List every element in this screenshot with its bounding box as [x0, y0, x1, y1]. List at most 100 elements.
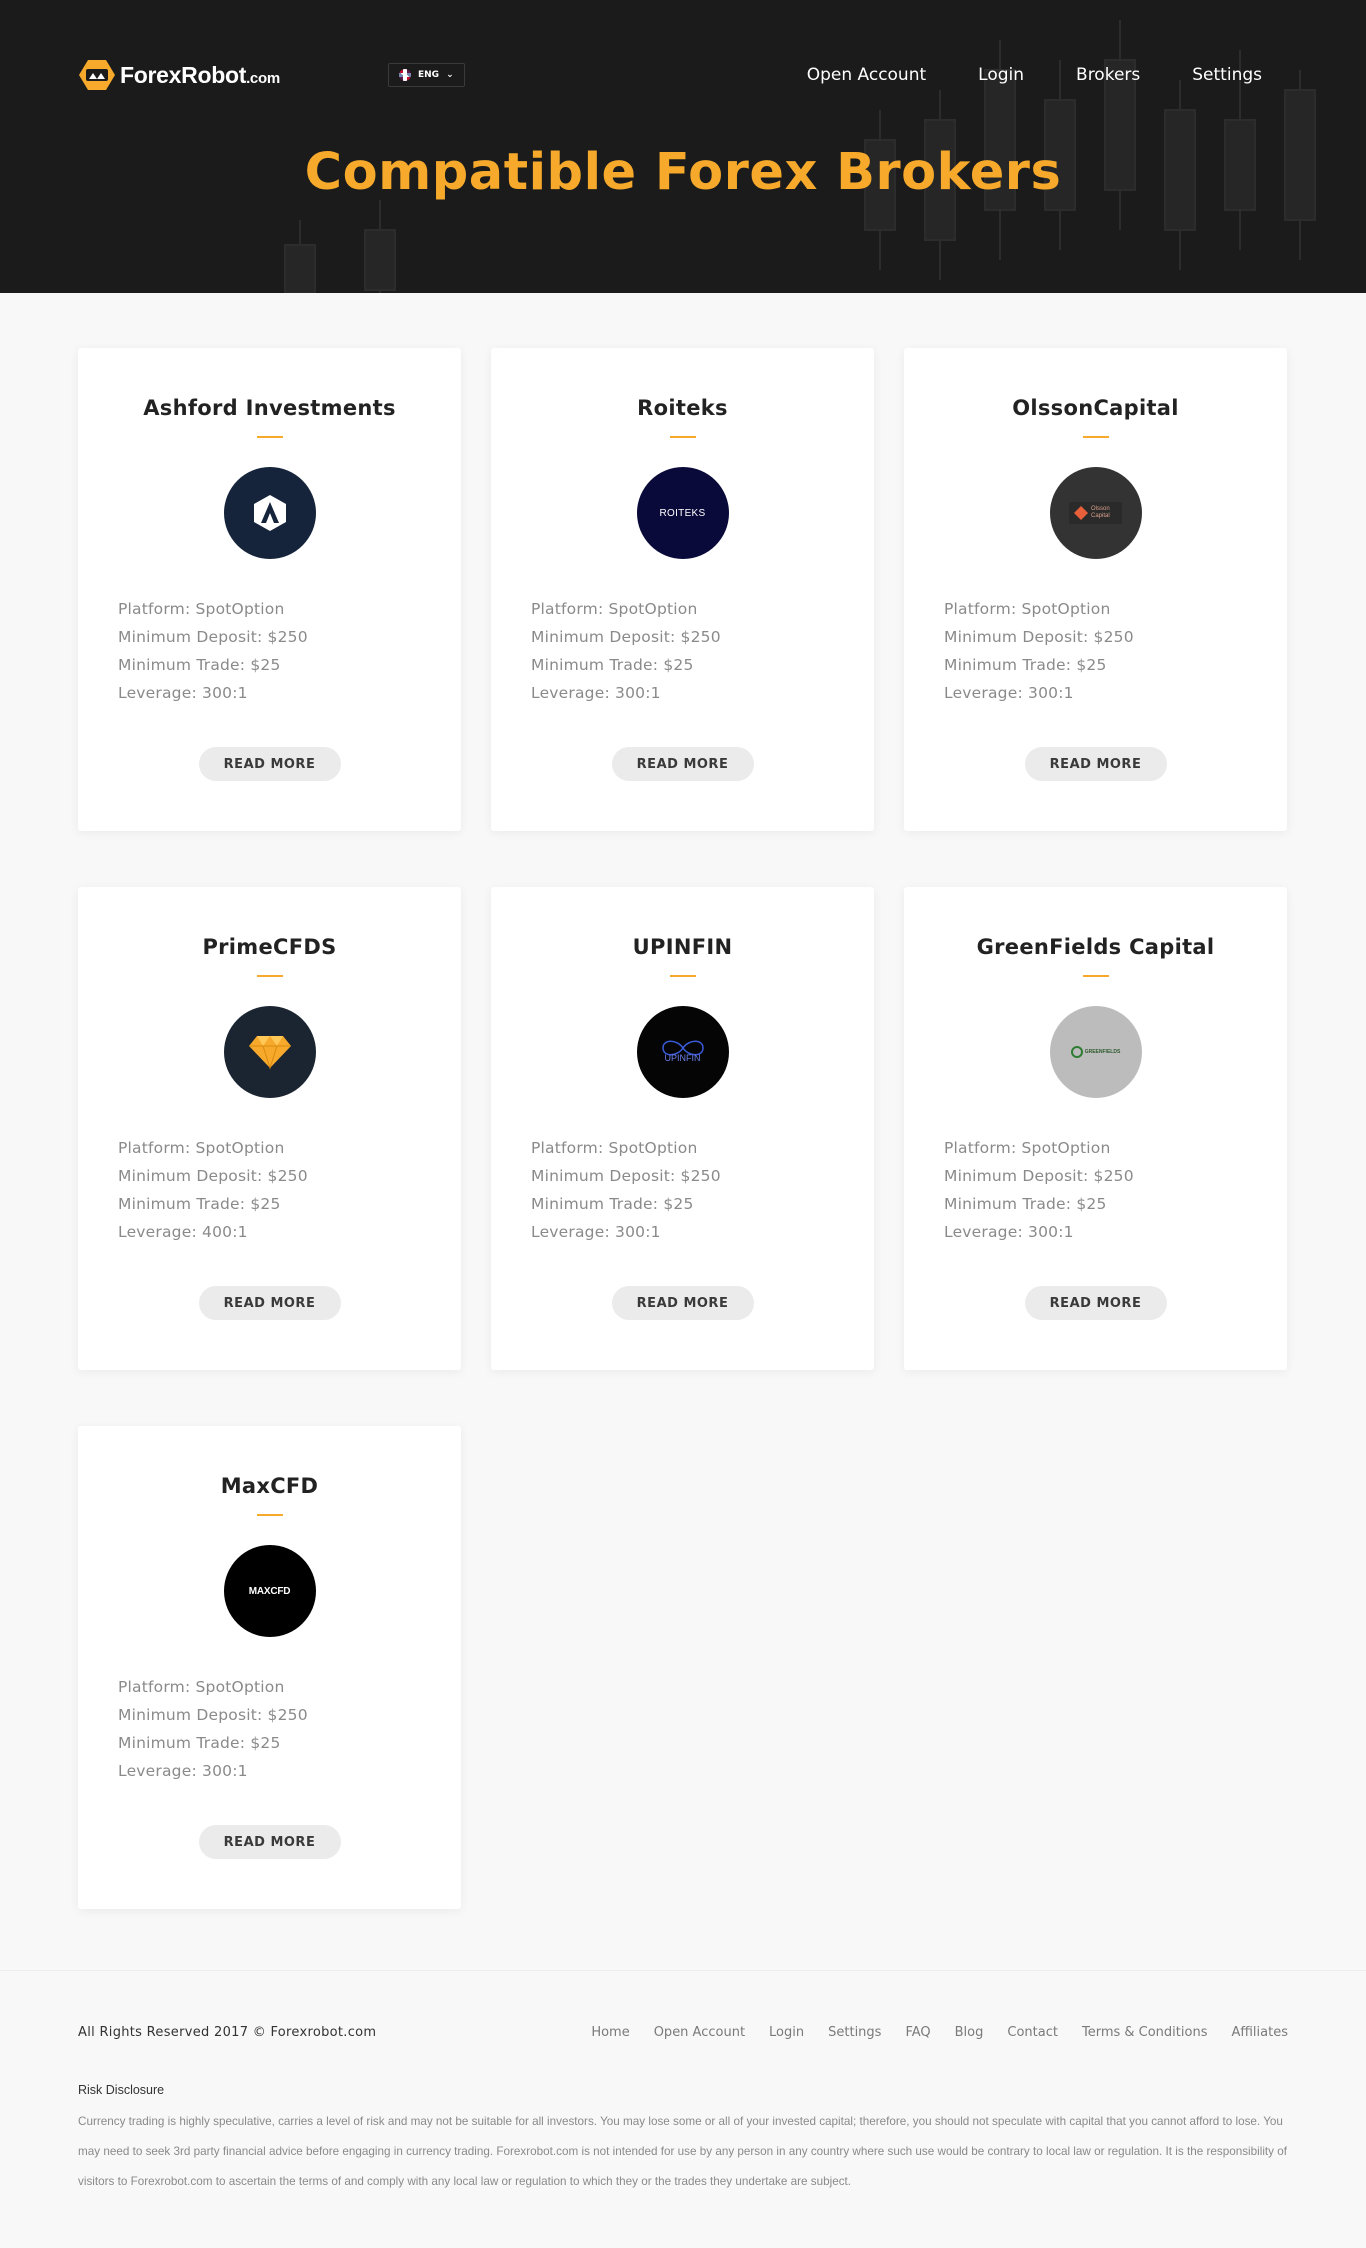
menu-open-account[interactable]: Open Account	[807, 63, 926, 87]
ashford-logo-icon: A	[253, 495, 286, 531]
language-selector[interactable]: ENG ⌄	[388, 63, 465, 87]
robot-logo-icon	[78, 57, 116, 93]
read-more-button[interactable]: READ MORE	[1024, 747, 1167, 781]
broker-card: UPINFIN UPINFIN Platform: SpotOption Min…	[491, 887, 874, 1370]
broker-logo	[223, 1006, 316, 1098]
spec-platform: Platform: SpotOption	[118, 1139, 285, 1157]
spec-leverage: Leverage: 300:1	[118, 1762, 248, 1780]
title-divider	[256, 436, 283, 438]
uk-flag-icon	[399, 69, 411, 81]
spec-min-trade: Minimum Trade: $25	[531, 656, 694, 674]
spec-min-deposit: Minimum Deposit: $250	[531, 1167, 721, 1185]
spec-platform: Platform: SpotOption	[118, 1678, 285, 1696]
broker-card: Roiteks ROITEKS Platform: SpotOption Min…	[491, 348, 874, 831]
menu-settings[interactable]: Settings	[1192, 63, 1262, 87]
spec-platform: Platform: SpotOption	[531, 600, 698, 618]
broker-specs: Platform: SpotOption Minimum Deposit: $2…	[531, 595, 721, 707]
broker-card: Ashford Investments A Platform: SpotOpti…	[78, 348, 461, 831]
logo-text: ForexRobot.com	[120, 62, 280, 89]
spec-platform: Platform: SpotOption	[531, 1139, 698, 1157]
top-navigation: ForexRobot.com ENG ⌄ Open Account Login …	[0, 55, 1366, 95]
greenfields-leaf-icon	[1070, 1046, 1083, 1058]
spec-min-trade: Minimum Trade: $25	[118, 656, 281, 674]
spec-leverage: Leverage: 300:1	[531, 684, 661, 702]
upinfin-logo: UPINFIN	[653, 1037, 713, 1067]
olsson-logo: Olsson Capital	[1069, 502, 1122, 524]
main-menu: Open Account Login Brokers Settings	[807, 63, 1262, 87]
read-more-button[interactable]: READ MORE	[198, 747, 341, 781]
greenfields-logo: GREENFIELDS	[1070, 1046, 1121, 1058]
footer-links: Home Open Account Login Settings FAQ Blo…	[591, 2025, 1288, 2040]
menu-brokers[interactable]: Brokers	[1076, 63, 1140, 87]
language-label: ENG	[418, 70, 440, 80]
page-title: Compatible Forex Brokers	[304, 143, 1062, 202]
spec-min-trade: Minimum Trade: $25	[118, 1734, 281, 1752]
footer-link-faq[interactable]: FAQ	[905, 2025, 930, 2040]
read-more-button[interactable]: READ MORE	[198, 1825, 341, 1859]
footer-link-contact[interactable]: Contact	[1007, 2025, 1058, 2040]
copyright-text: All Rights Reserved 2017 © Forexrobot.co…	[78, 2025, 377, 2040]
spec-leverage: Leverage: 400:1	[118, 1223, 248, 1241]
spec-min-trade: Minimum Trade: $25	[944, 1195, 1107, 1213]
broker-card: MaxCFD MAXCFD Platform: SpotOption Minim…	[78, 1426, 461, 1909]
broker-card: GreenFields Capital GREENFIELDS Platform…	[904, 887, 1287, 1370]
site-logo[interactable]: ForexRobot.com	[78, 57, 280, 93]
footer-link-blog[interactable]: Blog	[955, 2025, 984, 2040]
spec-min-deposit: Minimum Deposit: $250	[944, 628, 1134, 646]
olsson-logo-text: Olsson Capital	[1091, 506, 1110, 519]
read-more-button[interactable]: READ MORE	[1024, 1286, 1167, 1320]
broker-logo: GREENFIELDS	[1049, 1006, 1142, 1098]
title-divider	[1082, 975, 1109, 977]
footer-link-home[interactable]: Home	[591, 2025, 629, 2040]
broker-logo: ROITEKS	[636, 467, 729, 559]
spec-min-trade: Minimum Trade: $25	[944, 656, 1107, 674]
broker-logo: Olsson Capital	[1049, 467, 1142, 559]
spec-platform: Platform: SpotOption	[944, 600, 1111, 618]
broker-grid: Ashford Investments A Platform: SpotOpti…	[78, 348, 1288, 1909]
footer-link-affiliates[interactable]: Affiliates	[1231, 2025, 1288, 2040]
chevron-down-icon: ⌄	[446, 70, 454, 80]
logo-name: ForexRobot	[120, 61, 247, 88]
spec-leverage: Leverage: 300:1	[944, 684, 1074, 702]
broker-name: OlssonCapital	[1012, 396, 1179, 420]
broker-name: PrimeCFDS	[202, 935, 337, 959]
read-more-button[interactable]: READ MORE	[198, 1286, 341, 1320]
olsson-diamond-icon	[1074, 506, 1088, 520]
title-divider	[669, 436, 696, 438]
maxcfd-logo-text: MAXCFD	[248, 1585, 291, 1597]
broker-name: Ashford Investments	[143, 396, 396, 420]
read-more-button[interactable]: READ MORE	[611, 1286, 754, 1320]
spec-min-deposit: Minimum Deposit: $250	[118, 1167, 308, 1185]
read-more-button[interactable]: READ MORE	[611, 747, 754, 781]
roiteks-logo-text: ROITEKS	[659, 507, 706, 519]
spec-leverage: Leverage: 300:1	[118, 684, 248, 702]
broker-specs: Platform: SpotOption Minimum Deposit: $2…	[944, 1134, 1134, 1246]
broker-specs: Platform: SpotOption Minimum Deposit: $2…	[118, 1673, 308, 1785]
spec-min-trade: Minimum Trade: $25	[531, 1195, 694, 1213]
footer-link-terms[interactable]: Terms & Conditions	[1082, 2025, 1208, 2040]
footer-link-settings[interactable]: Settings	[828, 2025, 881, 2040]
spec-platform: Platform: SpotOption	[944, 1139, 1111, 1157]
spec-leverage: Leverage: 300:1	[944, 1223, 1074, 1241]
spec-min-deposit: Minimum Deposit: $250	[944, 1167, 1134, 1185]
footer-link-open-account[interactable]: Open Account	[654, 2025, 745, 2040]
broker-specs: Platform: SpotOption Minimum Deposit: $2…	[118, 595, 308, 707]
footer-link-login[interactable]: Login	[769, 2025, 804, 2040]
upinfin-logo-text: UPINFIN	[664, 1053, 701, 1063]
broker-card: PrimeCFDS Platform: SpotOption Minimum D…	[78, 887, 461, 1370]
broker-name: UPINFIN	[632, 935, 733, 959]
broker-logo: A	[223, 467, 316, 559]
spec-min-deposit: Minimum Deposit: $250	[118, 1706, 308, 1724]
spec-min-deposit: Minimum Deposit: $250	[531, 628, 721, 646]
title-divider	[256, 1514, 283, 1516]
greenfields-logo-text: GREENFIELDS	[1084, 1049, 1121, 1055]
broker-name: GreenFields Capital	[976, 935, 1215, 959]
broker-specs: Platform: SpotOption Minimum Deposit: $2…	[944, 595, 1134, 707]
title-divider	[669, 975, 696, 977]
spec-platform: Platform: SpotOption	[118, 600, 285, 618]
menu-login[interactable]: Login	[978, 63, 1024, 87]
broker-logo: MAXCFD	[223, 1545, 316, 1637]
title-divider	[1082, 436, 1109, 438]
risk-disclosure-text: Currency trading is highly speculative, …	[78, 2115, 1288, 2188]
title-divider	[256, 975, 283, 977]
